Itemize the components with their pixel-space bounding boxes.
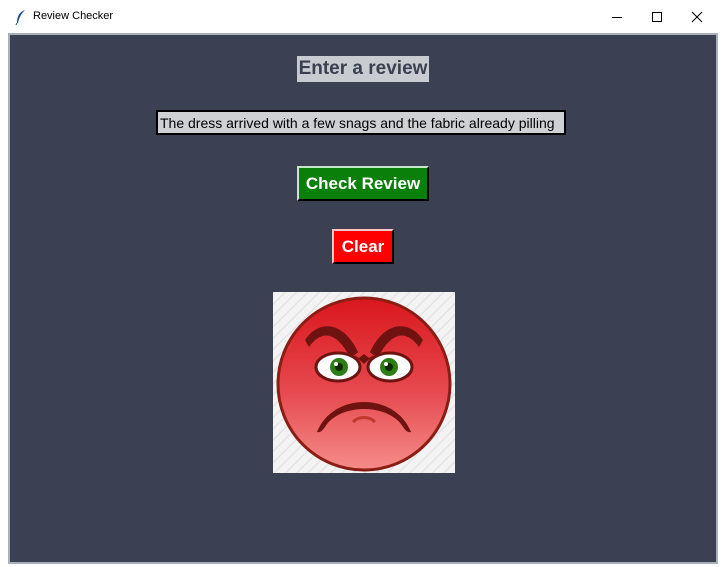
- app-window: Review Checker Enter a review Check Revi…: [0, 0, 726, 567]
- check-review-button[interactable]: Check Review: [297, 166, 429, 201]
- angry-face-icon: [273, 292, 455, 473]
- sentiment-result-image: [273, 292, 455, 473]
- maximize-icon: [652, 11, 662, 22]
- review-input[interactable]: [156, 110, 566, 135]
- feather-icon: [15, 10, 25, 25]
- close-button[interactable]: [674, 0, 720, 33]
- page-title: Enter a review: [297, 56, 429, 82]
- window-title: Review Checker: [33, 10, 114, 22]
- title-bar[interactable]: Review Checker: [0, 0, 726, 33]
- clear-button[interactable]: Clear: [332, 229, 394, 264]
- minimize-icon: [612, 16, 622, 18]
- app-content: Enter a review Check Review Clear: [8, 33, 718, 564]
- close-icon: [691, 11, 703, 22]
